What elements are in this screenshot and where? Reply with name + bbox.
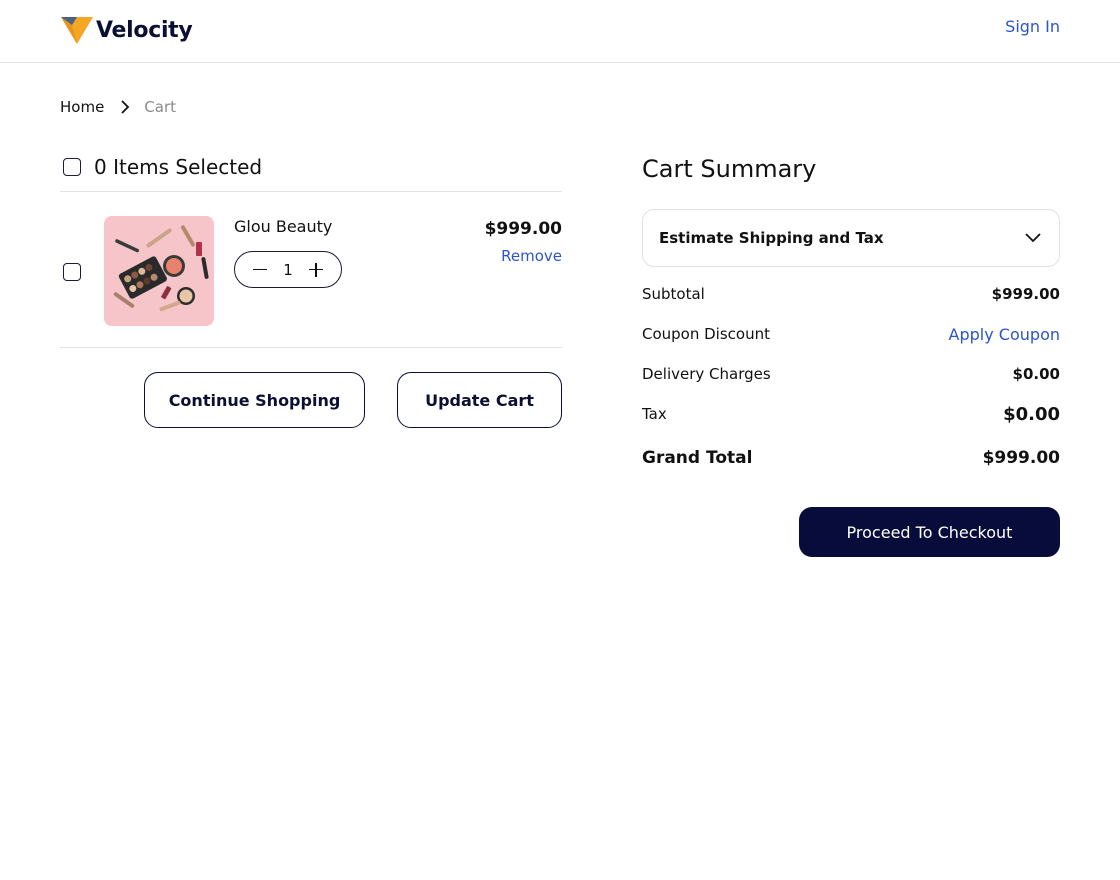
subtotal-row: Subtotal $999.00 — [642, 274, 1060, 314]
chevron-right-icon — [121, 100, 130, 114]
subtotal-label: Subtotal — [642, 285, 705, 303]
cart-summary-panel: Cart Summary Estimate Shipping and Tax S… — [642, 150, 1060, 557]
tax-value: $0.00 — [1003, 403, 1060, 425]
tax-label: Tax — [642, 405, 667, 423]
chevron-down-icon — [1025, 233, 1041, 243]
product-image[interactable] — [104, 216, 214, 326]
cart-summary-title: Cart Summary — [642, 155, 817, 183]
delivery-label: Delivery Charges — [642, 365, 771, 383]
plus-icon[interactable] — [308, 262, 323, 277]
quantity-stepper: 1 — [234, 251, 342, 288]
delivery-row: Delivery Charges $0.00 — [642, 354, 1060, 394]
brand-name: Velocity — [96, 17, 193, 43]
item-price: $999.00 — [484, 219, 562, 239]
sign-in-link[interactable]: Sign In — [1005, 17, 1060, 36]
breadcrumb-current: Cart — [144, 98, 177, 116]
cart-actions: Continue Shopping Update Cart — [60, 348, 562, 448]
items-selected-label: 0 Items Selected — [94, 155, 263, 179]
grand-total-label: Grand Total — [642, 448, 753, 468]
breadcrumb-home[interactable]: Home — [60, 98, 104, 116]
quantity-value[interactable]: 1 — [283, 261, 293, 279]
minus-icon[interactable] — [253, 263, 267, 277]
proceed-to-checkout-button[interactable]: Proceed To Checkout — [799, 507, 1060, 557]
grand-total-value: $999.00 — [982, 448, 1060, 468]
estimate-shipping-accordion[interactable]: Estimate Shipping and Tax — [642, 209, 1060, 267]
continue-shopping-button[interactable]: Continue Shopping — [144, 372, 365, 428]
site-header: Velocity Sign In — [0, 0, 1120, 63]
velocity-logo-icon — [61, 17, 93, 44]
item-checkbox[interactable] — [63, 263, 81, 281]
estimate-shipping-label: Estimate Shipping and Tax — [659, 229, 884, 247]
select-all-checkbox[interactable] — [63, 158, 81, 176]
cart-item: Glou Beauty 1 $999.00 Remove — [60, 192, 562, 347]
coupon-label: Coupon Discount — [642, 325, 770, 343]
subtotal-value: $999.00 — [991, 285, 1060, 303]
tax-row: Tax $0.00 — [642, 394, 1060, 434]
breadcrumb: Home Cart — [60, 98, 176, 116]
product-name[interactable]: Glou Beauty — [234, 217, 332, 236]
select-all-row: 0 Items Selected — [60, 150, 562, 184]
grand-total-row: Grand Total $999.00 — [642, 434, 1060, 482]
coupon-row: Coupon Discount Apply Coupon — [642, 314, 1060, 354]
delivery-value: $0.00 — [1012, 365, 1060, 383]
cart-items-panel: 0 Items Selected Glou Beauty 1 $999.00 R… — [60, 150, 562, 448]
apply-coupon-link[interactable]: Apply Coupon — [949, 325, 1060, 344]
remove-link[interactable]: Remove — [501, 247, 562, 265]
brand-logo[interactable]: Velocity — [60, 14, 193, 46]
update-cart-button[interactable]: Update Cart — [397, 372, 562, 428]
